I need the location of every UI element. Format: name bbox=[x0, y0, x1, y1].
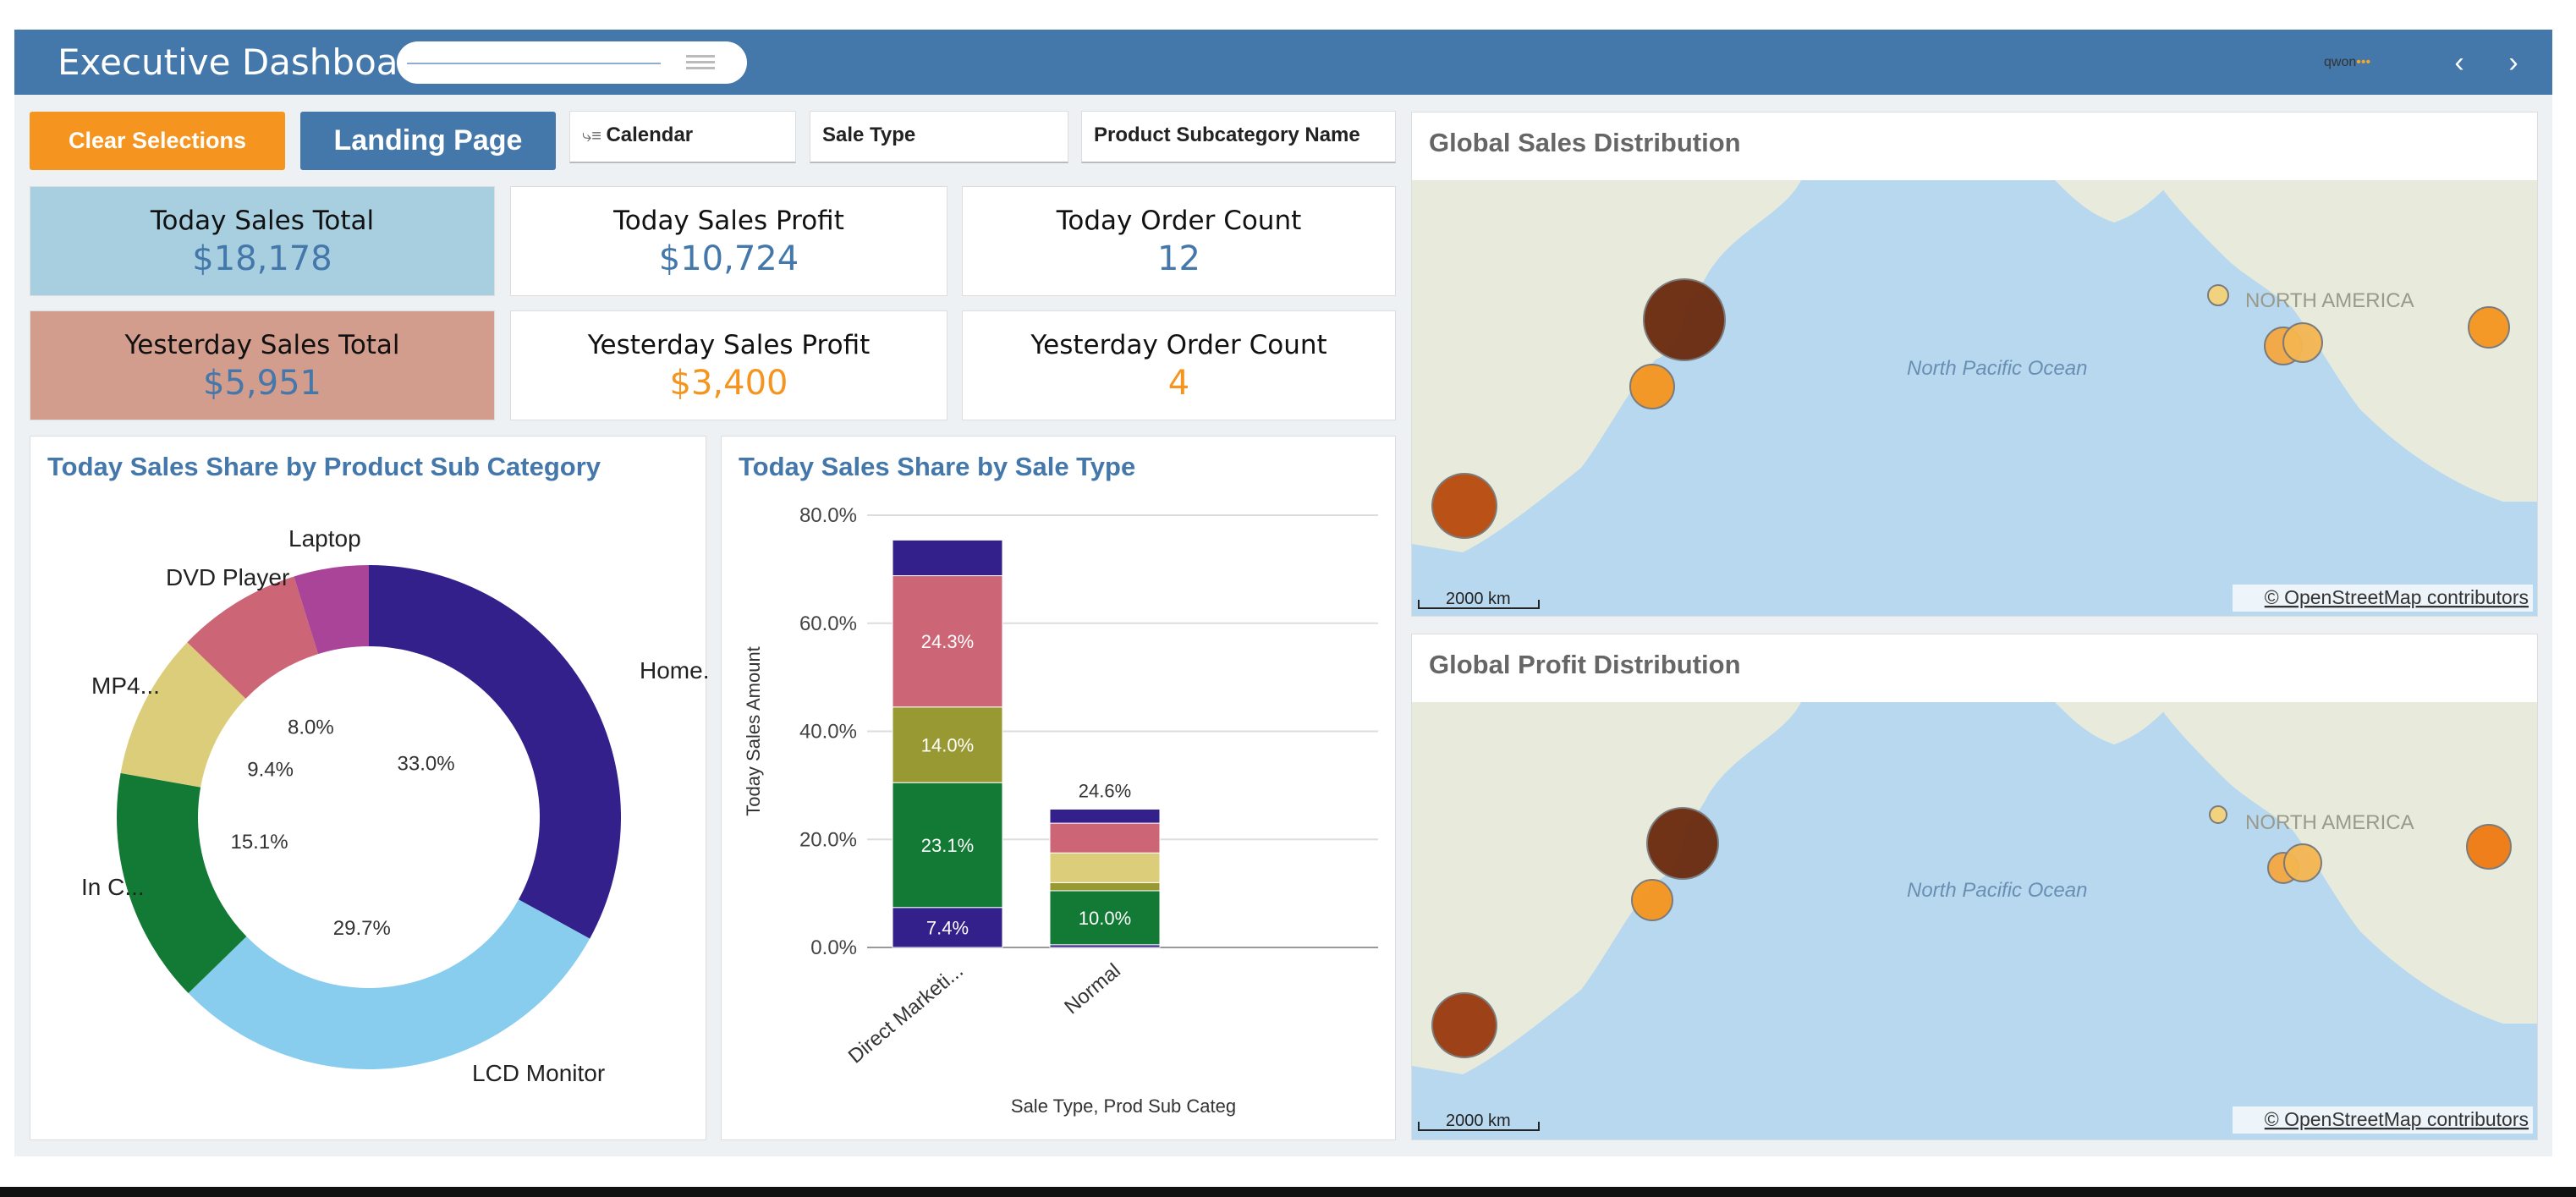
menu-icon[interactable] bbox=[686, 55, 715, 70]
filter-product-subcategory[interactable]: Product Subcategory Name bbox=[1081, 111, 1396, 163]
map-bubble[interactable] bbox=[2209, 805, 2227, 824]
kpi-label: Today Sales Total bbox=[150, 206, 375, 236]
profit-map-panel: Global Profit Distribution North Pacific… bbox=[1411, 634, 2538, 1140]
map-scale-label: 2000 km bbox=[1446, 590, 1511, 608]
donut-category-label: LCD Monitor bbox=[472, 1060, 605, 1086]
bar-segment-label: 7.4% bbox=[926, 917, 969, 938]
dashboard-header: Executive Dashboard qwon••• ‹ › bbox=[14, 30, 2552, 95]
kpi-value: $3,400 bbox=[669, 364, 788, 403]
kpi-today-sales-profit[interactable]: Today Sales Profit $10,724 bbox=[510, 186, 947, 296]
landing-page-button[interactable]: Landing Page bbox=[300, 112, 556, 170]
map-bubble[interactable] bbox=[1631, 879, 1673, 921]
app-logo: qwon••• bbox=[2324, 55, 2371, 69]
filter-calendar[interactable]: ⤷≡ Calendar bbox=[569, 111, 796, 163]
redacted-sheet-name[interactable] bbox=[397, 41, 747, 84]
y-tick-label: 0.0% bbox=[810, 936, 857, 959]
bar-segment[interactable] bbox=[1049, 822, 1161, 854]
x-tick-label: Direct Marketi... bbox=[844, 959, 968, 1068]
chevron-left-icon[interactable]: ‹ bbox=[2442, 46, 2476, 80]
bar-segment-label: 14.0% bbox=[921, 734, 974, 755]
y-axis-label: Today Sales Amount bbox=[743, 646, 764, 816]
map-bubble[interactable] bbox=[2466, 824, 2512, 870]
kpi-yesterday-sales-total[interactable]: Yesterday Sales Total $5,951 bbox=[30, 310, 495, 420]
donut-category-label: In C... bbox=[81, 874, 145, 900]
bar-segment[interactable] bbox=[1049, 808, 1161, 824]
map-bubble[interactable] bbox=[2282, 322, 2323, 363]
continent-label: NORTH AMERICA bbox=[2245, 811, 2414, 834]
map-bubble[interactable] bbox=[1643, 278, 1726, 361]
donut-slice-label: 15.1% bbox=[230, 831, 288, 854]
donut-slice-label: 29.7% bbox=[333, 917, 391, 940]
x-axis-label: Sale Type, Prod Sub Categ bbox=[1011, 1095, 1236, 1117]
donut-slice-label: 33.0% bbox=[398, 752, 455, 775]
kpi-yesterday-sales-profit[interactable]: Yesterday Sales Profit $3,400 bbox=[510, 310, 947, 420]
map-bubble[interactable] bbox=[1431, 473, 1497, 539]
kpi-label: Today Sales Profit bbox=[613, 206, 844, 236]
profit-map[interactable]: North Pacific Ocean NORTH AMERICA 2000 km ©… bbox=[1412, 702, 2537, 1139]
donut-category-label: MP4... bbox=[91, 673, 160, 699]
kpi-value: $10,724 bbox=[658, 239, 799, 278]
bar-segment-label: 23.1% bbox=[921, 835, 974, 856]
sales-map[interactable]: North Pacific Ocean NORTH AMERICA 2000 km ©… bbox=[1412, 180, 2537, 616]
donut-category-label: Home... bbox=[640, 657, 707, 684]
map-title: Global Sales Distribution bbox=[1429, 128, 1741, 157]
kpi-label: Today Order Count bbox=[1056, 206, 1302, 236]
kpi-label: Yesterday Sales Total bbox=[124, 330, 400, 360]
hierarchy-icon: ⤷≡ bbox=[582, 127, 607, 146]
bar-segment-label: 10.0% bbox=[1079, 908, 1131, 929]
bar-segment[interactable] bbox=[1049, 852, 1161, 883]
app-title: Executive Dashboard bbox=[58, 41, 435, 83]
sales-map-panel: Global Sales Distribution North Pacific … bbox=[1411, 112, 2538, 617]
map-bubble[interactable] bbox=[1646, 807, 1719, 880]
kpi-value: 12 bbox=[1157, 239, 1200, 278]
kpi-label: Yesterday Order Count bbox=[1030, 330, 1327, 360]
donut-chart[interactable]: 33.0% Home... 29.7% LCD Monitor 15.1% In C...… bbox=[30, 437, 707, 1141]
donut-chart-panel: Today Sales Share by Product Sub Categor… bbox=[30, 436, 707, 1141]
map-title: Global Profit Distribution bbox=[1429, 650, 1741, 679]
continent-label: NORTH AMERICA bbox=[2245, 289, 2414, 312]
donut-category-label: Laptop bbox=[288, 525, 361, 552]
bar-segment[interactable] bbox=[1049, 881, 1161, 892]
kpi-today-order-count[interactable]: Today Order Count 12 bbox=[962, 186, 1396, 296]
chevron-right-icon[interactable]: › bbox=[2496, 46, 2530, 80]
x-tick-label: Normal bbox=[1060, 959, 1125, 1019]
ocean-label: North Pacific Ocean bbox=[1907, 357, 2087, 380]
map-attribution-link[interactable]: © OpenStreetMap contributors bbox=[2265, 1108, 2529, 1130]
clear-selections-button[interactable]: Clear Selections bbox=[30, 112, 285, 170]
filter-sale-type[interactable]: Sale Type bbox=[810, 111, 1068, 163]
ocean-label: North Pacific Ocean bbox=[1907, 879, 2087, 902]
kpi-yesterday-order-count[interactable]: Yesterday Order Count 4 bbox=[962, 310, 1396, 420]
bar-chart-panel: Today Sales Share by Sale Type 0.0% 20.0%… bbox=[721, 436, 1396, 1140]
bar-segment-label: 24.3% bbox=[921, 631, 974, 652]
taskbar-strip bbox=[0, 1187, 2576, 1197]
kpi-value: $18,178 bbox=[192, 239, 332, 278]
land-alaska bbox=[2055, 702, 2173, 744]
donut-slice-label: 8.0% bbox=[288, 717, 334, 739]
bar-total-label: 24.6% bbox=[1079, 780, 1131, 801]
kpi-today-sales-total[interactable]: Today Sales Total $18,178 bbox=[30, 186, 495, 296]
donut-slice-label: 9.4% bbox=[247, 758, 294, 781]
bar-chart[interactable]: 0.0% 20.0% 40.0% 60.0% 80.0% Today Sales Amou… bbox=[722, 437, 1397, 1141]
map-bubble[interactable] bbox=[2207, 284, 2229, 306]
map-scale-label: 2000 km bbox=[1446, 1112, 1511, 1130]
y-tick-label: 80.0% bbox=[799, 504, 857, 527]
bar-segment[interactable] bbox=[892, 539, 1003, 577]
y-tick-label: 20.0% bbox=[799, 828, 857, 851]
map-bubble[interactable] bbox=[2283, 843, 2322, 882]
land-alaska bbox=[2055, 180, 2173, 222]
map-bubble[interactable] bbox=[2468, 306, 2510, 349]
donut-category-label: DVD Player bbox=[166, 564, 289, 590]
map-bubble[interactable] bbox=[1431, 992, 1497, 1058]
kpi-label: Yesterday Sales Profit bbox=[587, 330, 871, 360]
y-tick-label: 60.0% bbox=[799, 612, 857, 635]
map-bubble[interactable] bbox=[1629, 364, 1675, 409]
map-attribution-link[interactable]: © OpenStreetMap contributors bbox=[2265, 586, 2529, 608]
y-tick-label: 40.0% bbox=[799, 721, 857, 744]
kpi-value: 4 bbox=[1167, 364, 1190, 403]
kpi-value: $5,951 bbox=[203, 364, 321, 403]
